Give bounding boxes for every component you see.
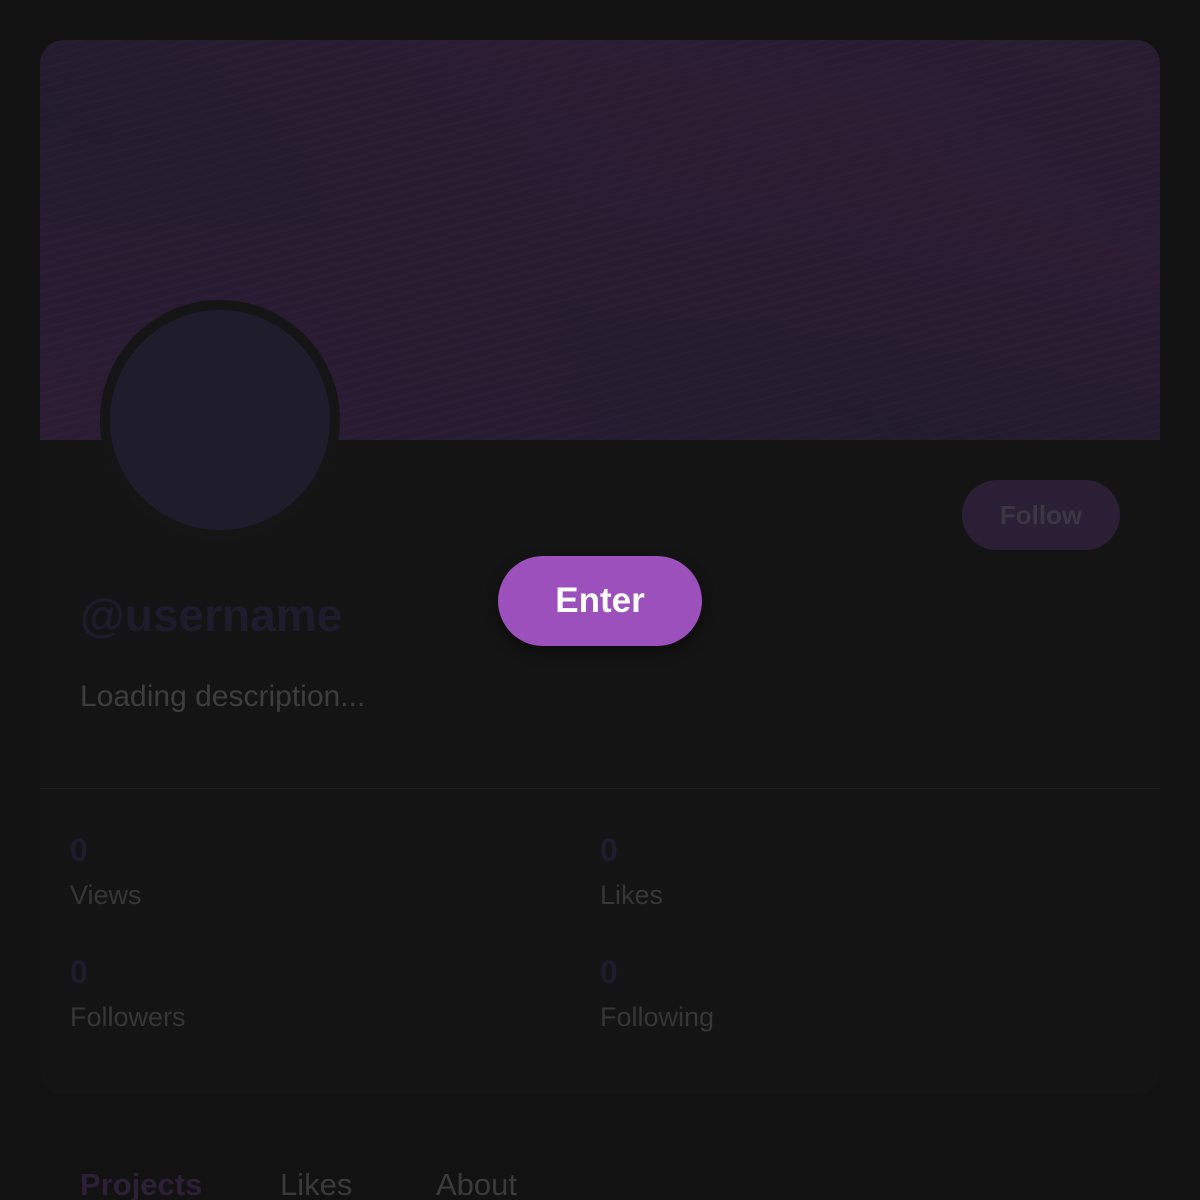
stat-views: 0 Views (70, 830, 470, 911)
tab-likes[interactable]: Likes (280, 1165, 352, 1200)
profile-page: Follow @username Loading description... … (0, 0, 1200, 1200)
tab-about[interactable]: About (436, 1165, 517, 1200)
profile-description: Loading description... (80, 680, 366, 713)
stat-followers: 0 Followers (70, 952, 470, 1033)
stat-following: 0 Following (600, 952, 1000, 1033)
avatar[interactable] (110, 310, 330, 530)
stat-following-value: 0 (600, 954, 618, 990)
enter-button[interactable]: Enter (498, 556, 702, 646)
username-heading: @username (80, 589, 343, 641)
follow-button[interactable]: Follow (962, 480, 1120, 550)
stat-views-value: 0 (70, 832, 88, 868)
stat-following-label: Following (600, 1002, 715, 1032)
avatar-frame (100, 300, 340, 540)
stat-followers-value: 0 (70, 954, 88, 990)
stat-likes-label: Likes (600, 880, 664, 910)
stat-views-label: Views (70, 880, 142, 910)
stat-likes-value: 0 (600, 832, 618, 868)
tab-projects[interactable]: Projects (80, 1165, 202, 1200)
stat-followers-label: Followers (70, 1002, 186, 1032)
stat-likes: 0 Likes (600, 830, 1000, 911)
stats-divider (40, 788, 1160, 789)
